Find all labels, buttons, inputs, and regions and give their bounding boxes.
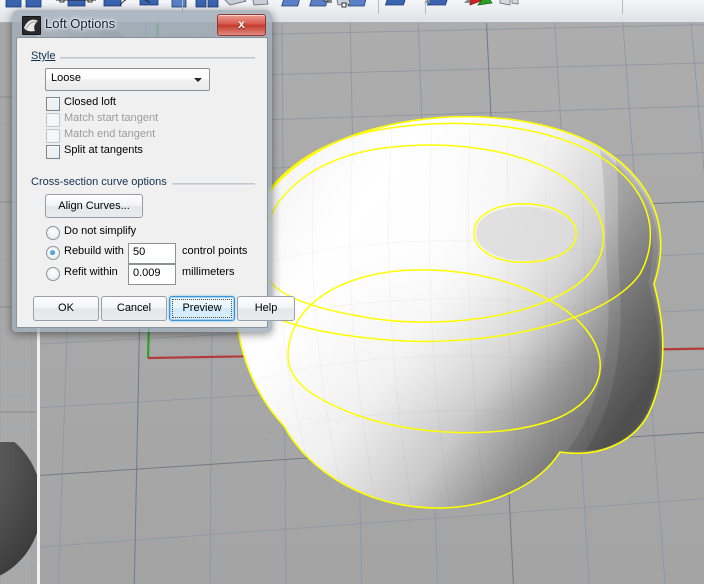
toolbar-separator: [425, 0, 426, 14]
chevron-down-icon: [194, 78, 202, 82]
radio-rebuild-with[interactable]: [46, 246, 60, 260]
sphere-object-left: [0, 442, 37, 576]
radio-refit-within[interactable]: [46, 267, 60, 281]
checkbox-match-start-tangent-label: Match start tangent: [64, 112, 159, 124]
rebuild-control-points-value: 50: [133, 246, 146, 258]
radio-rebuild-with-label: Rebuild with: [64, 245, 124, 257]
dialog-title: Loft Options: [45, 16, 116, 31]
close-icon[interactable]: x: [217, 14, 266, 36]
loft-options-dialog[interactable]: Loft Options x Style Loose Closed loft M…: [12, 10, 295, 332]
checkbox-closed-loft[interactable]: [46, 97, 60, 111]
refit-tolerance-value: 0.009: [133, 267, 161, 279]
style-group-rule: [31, 57, 255, 59]
dialog-body: Style Loose Closed loft Match start tang…: [16, 37, 295, 328]
help-button-label: Help: [254, 302, 278, 314]
refit-tolerance-input[interactable]: 0.009: [128, 264, 176, 285]
ok-button-label: OK: [58, 302, 74, 314]
align-curves-button[interactable]: Align Curves...: [45, 194, 143, 218]
help-button[interactable]: Help: [237, 296, 295, 321]
toolbar-separator: [378, 0, 379, 14]
rebuild-units-label: control points: [182, 245, 248, 257]
checkbox-match-start-tangent: [46, 113, 60, 127]
close-button-label: x: [238, 17, 245, 31]
rebuild-control-points-input[interactable]: 50: [128, 243, 176, 264]
radio-do-not-simplify-label: Do not simplify: [64, 225, 137, 237]
refit-units-label: millimeters: [182, 266, 235, 278]
cancel-button-label: Cancel: [116, 302, 152, 314]
toolbar-separator: [622, 0, 623, 14]
align-curves-button-label: Align Curves...: [58, 200, 130, 212]
checkbox-split-at-tangents-label: Split at tangents: [64, 144, 143, 156]
ok-button[interactable]: OK: [33, 296, 99, 321]
radio-do-not-simplify[interactable]: [46, 226, 60, 240]
radio-refit-within-label: Refit within: [64, 266, 118, 278]
checkbox-match-end-tangent-label: Match end tangent: [64, 128, 156, 140]
cancel-button[interactable]: Cancel: [101, 296, 167, 321]
cross-section-group-label: Cross-section curve options: [31, 176, 172, 188]
focus-outline: [172, 299, 232, 318]
style-group-label: Style: [31, 50, 61, 62]
style-combobox[interactable]: Loose: [45, 68, 210, 91]
style-combobox-value: Loose: [51, 72, 81, 84]
checkbox-closed-loft-label: Closed loft: [64, 96, 116, 108]
preview-button[interactable]: Preview: [169, 296, 235, 321]
dialog-titlebar[interactable]: Loft Options x: [12, 10, 272, 38]
loft-surface-icon: [22, 16, 41, 35]
checkbox-split-at-tangents[interactable]: [46, 145, 60, 159]
checkbox-match-end-tangent: [46, 129, 60, 143]
